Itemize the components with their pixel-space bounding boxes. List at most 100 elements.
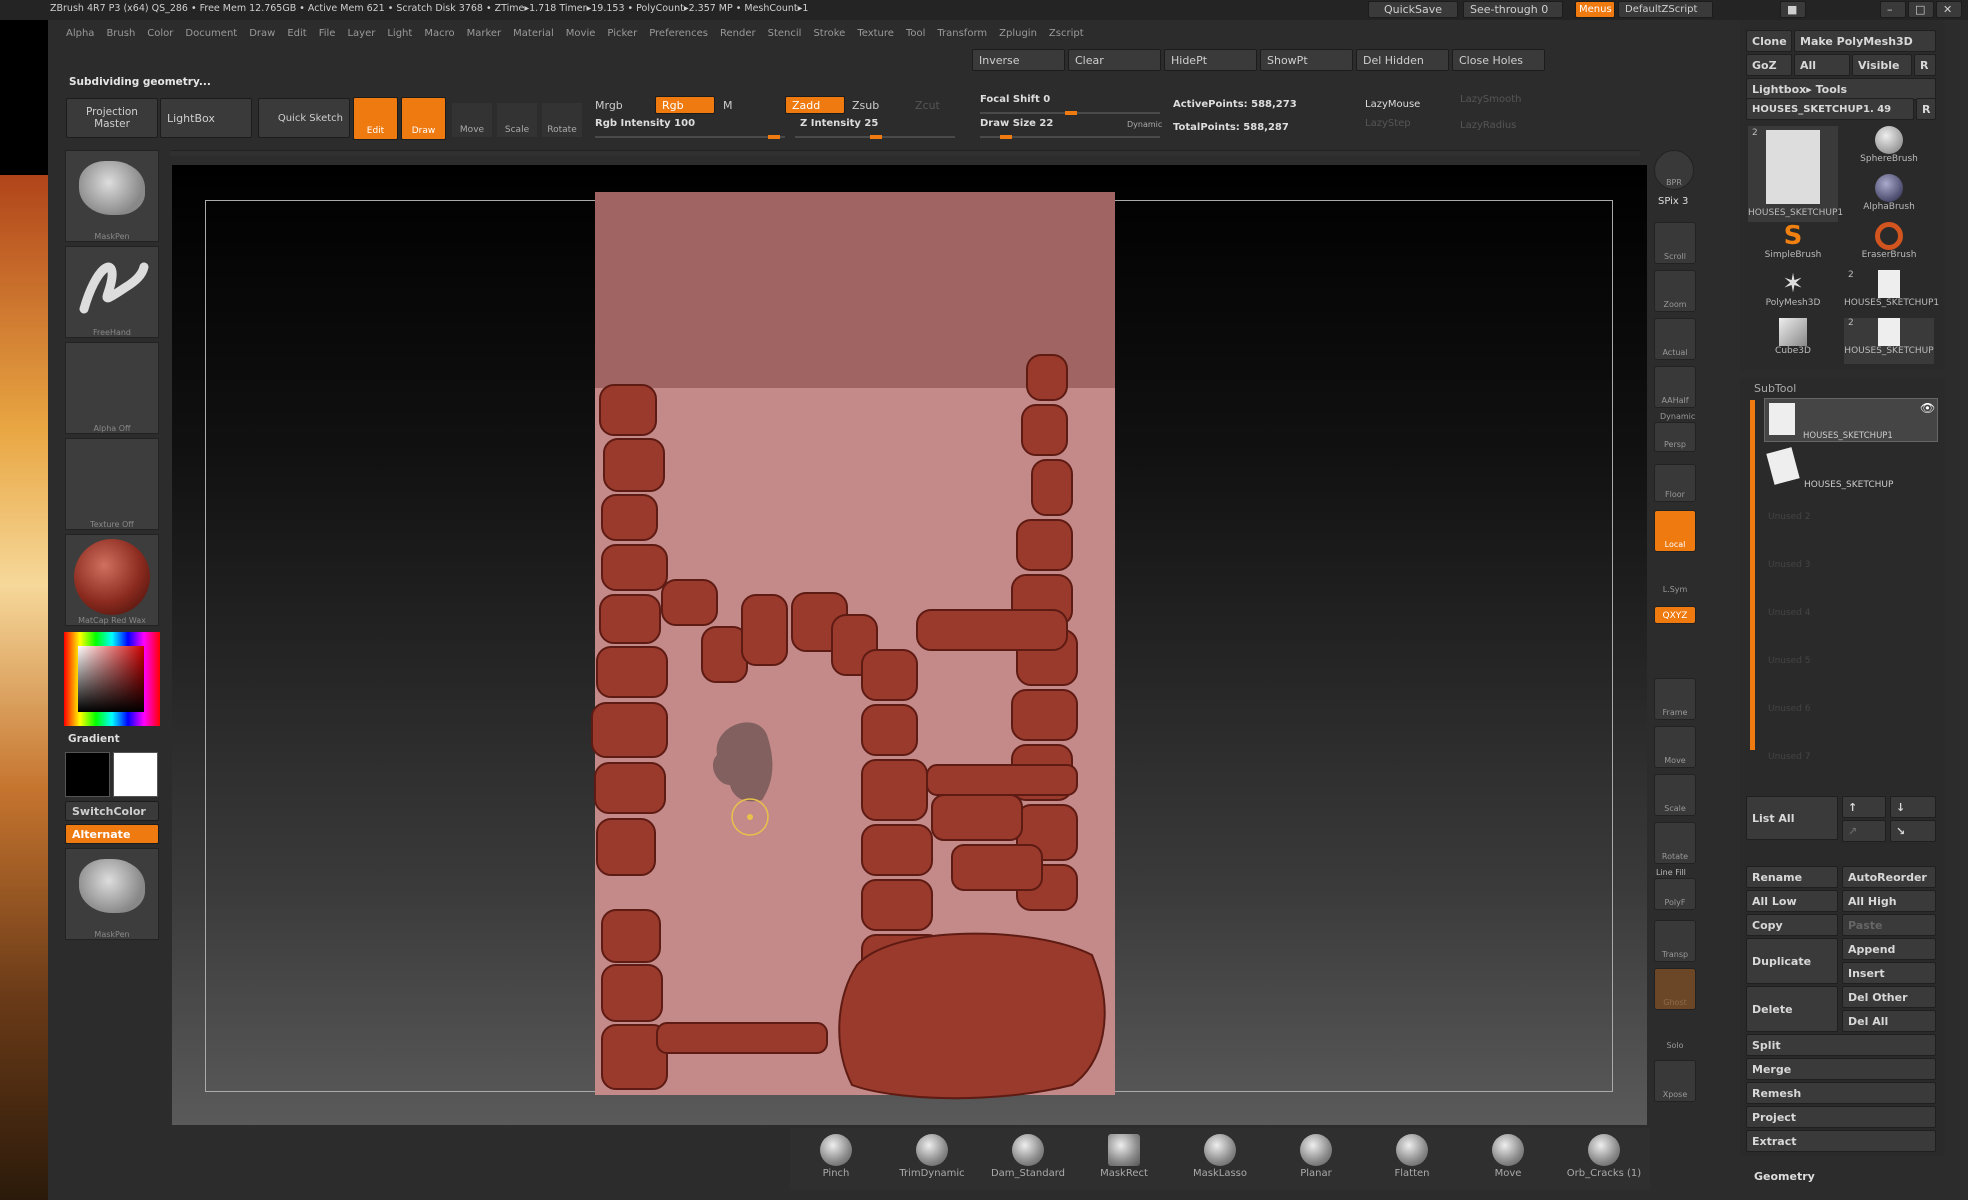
subtool-header[interactable]: SubTool <box>1754 382 1796 395</box>
autoreorder-button[interactable]: AutoReorder <box>1842 866 1936 888</box>
arrow-up-right-icon[interactable]: ↗ <box>1842 820 1886 842</box>
all-low-button[interactable]: All Low <box>1746 890 1838 912</box>
showpt-button[interactable]: ShowPt <box>1260 49 1353 71</box>
append-button[interactable]: Append <box>1842 938 1936 960</box>
quicksave-button[interactable]: QuickSave <box>1368 1 1458 18</box>
rotate-button[interactable]: Rotate <box>542 103 582 137</box>
menu-stencil[interactable]: Stencil <box>768 28 802 46</box>
visible-button[interactable]: Visible <box>1852 54 1912 76</box>
del-other-button[interactable]: Del Other <box>1842 986 1936 1008</box>
maskpen-brush-thumb-2[interactable]: MaskPen <box>65 848 159 940</box>
move-down-icon[interactable]: ↓ <box>1890 796 1936 818</box>
close-holes-button[interactable]: Close Holes <box>1452 49 1545 71</box>
menu-zplugin[interactable]: Zplugin <box>999 28 1037 46</box>
brush-move[interactable]: Move <box>1462 1130 1554 1186</box>
insert-button[interactable]: Insert <box>1842 962 1936 984</box>
xpose-button[interactable]: Xpose <box>1654 1060 1696 1102</box>
brush-dam-standard[interactable]: Dam_Standard <box>982 1130 1074 1186</box>
r-button[interactable]: R <box>1914 54 1936 76</box>
polyf-button[interactable]: PolyF <box>1654 878 1696 910</box>
tool-thumb-polymesh3d[interactable]: ✶ PolyMesh3D <box>1748 270 1838 316</box>
menu-document[interactable]: Document <box>185 28 237 46</box>
clear-button[interactable]: Clear <box>1068 49 1161 71</box>
persp-button[interactable]: Persp <box>1654 422 1696 452</box>
frame-button[interactable]: Frame <box>1654 678 1696 720</box>
alternate-button[interactable]: Alternate <box>65 824 159 844</box>
rgb-button[interactable]: Rgb <box>655 96 715 114</box>
alpha-thumb[interactable]: Alpha Off <box>65 342 159 434</box>
mrgb-button[interactable]: Mrgb <box>595 99 623 112</box>
rename-button[interactable]: Rename <box>1746 866 1838 888</box>
secondary-color-swatch[interactable] <box>113 752 158 797</box>
lazymouse-button[interactable]: LazyMouse <box>1365 99 1420 110</box>
menu-edit[interactable]: Edit <box>287 28 306 46</box>
main-color-swatch[interactable] <box>65 752 110 797</box>
brush-masklasso[interactable]: MaskLasso <box>1174 1130 1266 1186</box>
brush-pinch[interactable]: Pinch <box>790 1130 882 1186</box>
clone-button[interactable]: Clone <box>1746 30 1792 52</box>
menu-material[interactable]: Material <box>513 28 554 46</box>
arrow-down-right-icon[interactable]: ↘ <box>1890 820 1936 842</box>
menu-marker[interactable]: Marker <box>467 28 502 46</box>
zadd-button[interactable]: Zadd <box>785 96 845 114</box>
canvas[interactable] <box>172 165 1647 1125</box>
aahalf-button[interactable]: AAHalf <box>1654 366 1696 408</box>
menus-button[interactable]: Menus <box>1575 1 1615 18</box>
delete-button[interactable]: Delete <box>1746 986 1838 1032</box>
quick-sketch-button[interactable]: Quick Sketch <box>258 98 350 138</box>
menu-movie[interactable]: Movie <box>566 28 596 46</box>
lazysmooth-slider[interactable]: LazySmooth <box>1460 94 1521 105</box>
tool-thumb-houses-sketchup1[interactable]: 2 HOUSES_SKETCHUP1 <box>1748 126 1843 222</box>
split-button[interactable]: Split <box>1746 1034 1936 1056</box>
solo-button[interactable]: Solo <box>1654 1012 1696 1052</box>
m-button[interactable]: M <box>723 99 733 112</box>
copy-button[interactable]: Copy <box>1746 914 1838 936</box>
ghost-button[interactable]: Ghost <box>1654 968 1696 1010</box>
brush-flatten[interactable]: Flatten <box>1366 1130 1458 1186</box>
draw-size-slider[interactable]: Draw Size 22 <box>980 118 1053 129</box>
tool-thumb-spherebrush[interactable]: SphereBrush <box>1844 126 1934 172</box>
eye-icon[interactable]: 👁 <box>1920 401 1935 415</box>
z-intensity-track[interactable] <box>795 135 955 139</box>
lightbox-tools-button[interactable]: Lightbox▸ Tools <box>1746 78 1936 100</box>
brush-planar[interactable]: Planar <box>1270 1130 1362 1186</box>
r-button-2[interactable]: R <box>1916 98 1936 120</box>
paste-button[interactable]: Paste <box>1842 914 1936 936</box>
maximize-icon[interactable]: □ <box>1908 1 1934 18</box>
tool-thumb-cube3d[interactable]: Cube3D <box>1748 318 1838 364</box>
focal-shift-slider[interactable]: Focal Shift 0 <box>980 94 1050 105</box>
draw-button[interactable]: Draw <box>401 97 446 140</box>
lsym-button[interactable]: L.Sym <box>1654 560 1696 596</box>
project-button[interactable]: Project <box>1746 1106 1936 1128</box>
scale-view-button[interactable]: Scale <box>1654 774 1696 816</box>
lightbox-button[interactable]: LightBox <box>160 98 252 138</box>
menu-draw[interactable]: Draw <box>249 28 275 46</box>
zsub-button[interactable]: Zsub <box>852 99 879 112</box>
actual-button[interactable]: Actual <box>1654 318 1696 360</box>
all-high-button[interactable]: All High <box>1842 890 1936 912</box>
tool-thumb-houses-sketchup1-b[interactable]: 2 HOUSES_SKETCHUP1 <box>1844 270 1939 316</box>
menu-stroke[interactable]: Stroke <box>813 28 845 46</box>
zcut-button[interactable]: Zcut <box>915 99 940 112</box>
duplicate-button[interactable]: Duplicate <box>1746 938 1838 984</box>
default-zscript-button[interactable]: DefaultZScript <box>1618 1 1713 18</box>
transp-button[interactable]: Transp <box>1654 920 1696 962</box>
tool-thumb-houses-sketchup[interactable]: 2 HOUSES_SKETCHUP <box>1844 318 1934 364</box>
goz-button[interactable]: GoZ <box>1746 54 1792 76</box>
move-up-icon[interactable]: ↑ <box>1842 796 1886 818</box>
see-through-slider[interactable]: See-through 0 <box>1463 1 1563 18</box>
menu-texture[interactable]: Texture <box>857 28 894 46</box>
focal-shift-track[interactable] <box>980 111 1160 115</box>
brush-trimdynamic[interactable]: TrimDynamic <box>886 1130 978 1186</box>
menu-zscript[interactable]: Zscript <box>1049 28 1084 46</box>
menu-brush[interactable]: Brush <box>106 28 135 46</box>
gradient-label[interactable]: Gradient <box>68 733 120 745</box>
menu-tool[interactable]: Tool <box>906 28 925 46</box>
projection-master-button[interactable]: Projection Master <box>66 98 158 138</box>
subtool-item-2[interactable]: HOUSES_SKETCHUP <box>1764 446 1938 490</box>
extract-button[interactable]: Extract <box>1746 1130 1936 1152</box>
subtool-item-1[interactable]: HOUSES_SKETCHUP1 👁 <box>1764 398 1938 442</box>
geometry-header[interactable]: Geometry <box>1754 1170 1815 1183</box>
brush-orb-cracks[interactable]: Orb_Cracks (1) <box>1558 1130 1650 1186</box>
list-all-button[interactable]: List All <box>1746 796 1838 840</box>
